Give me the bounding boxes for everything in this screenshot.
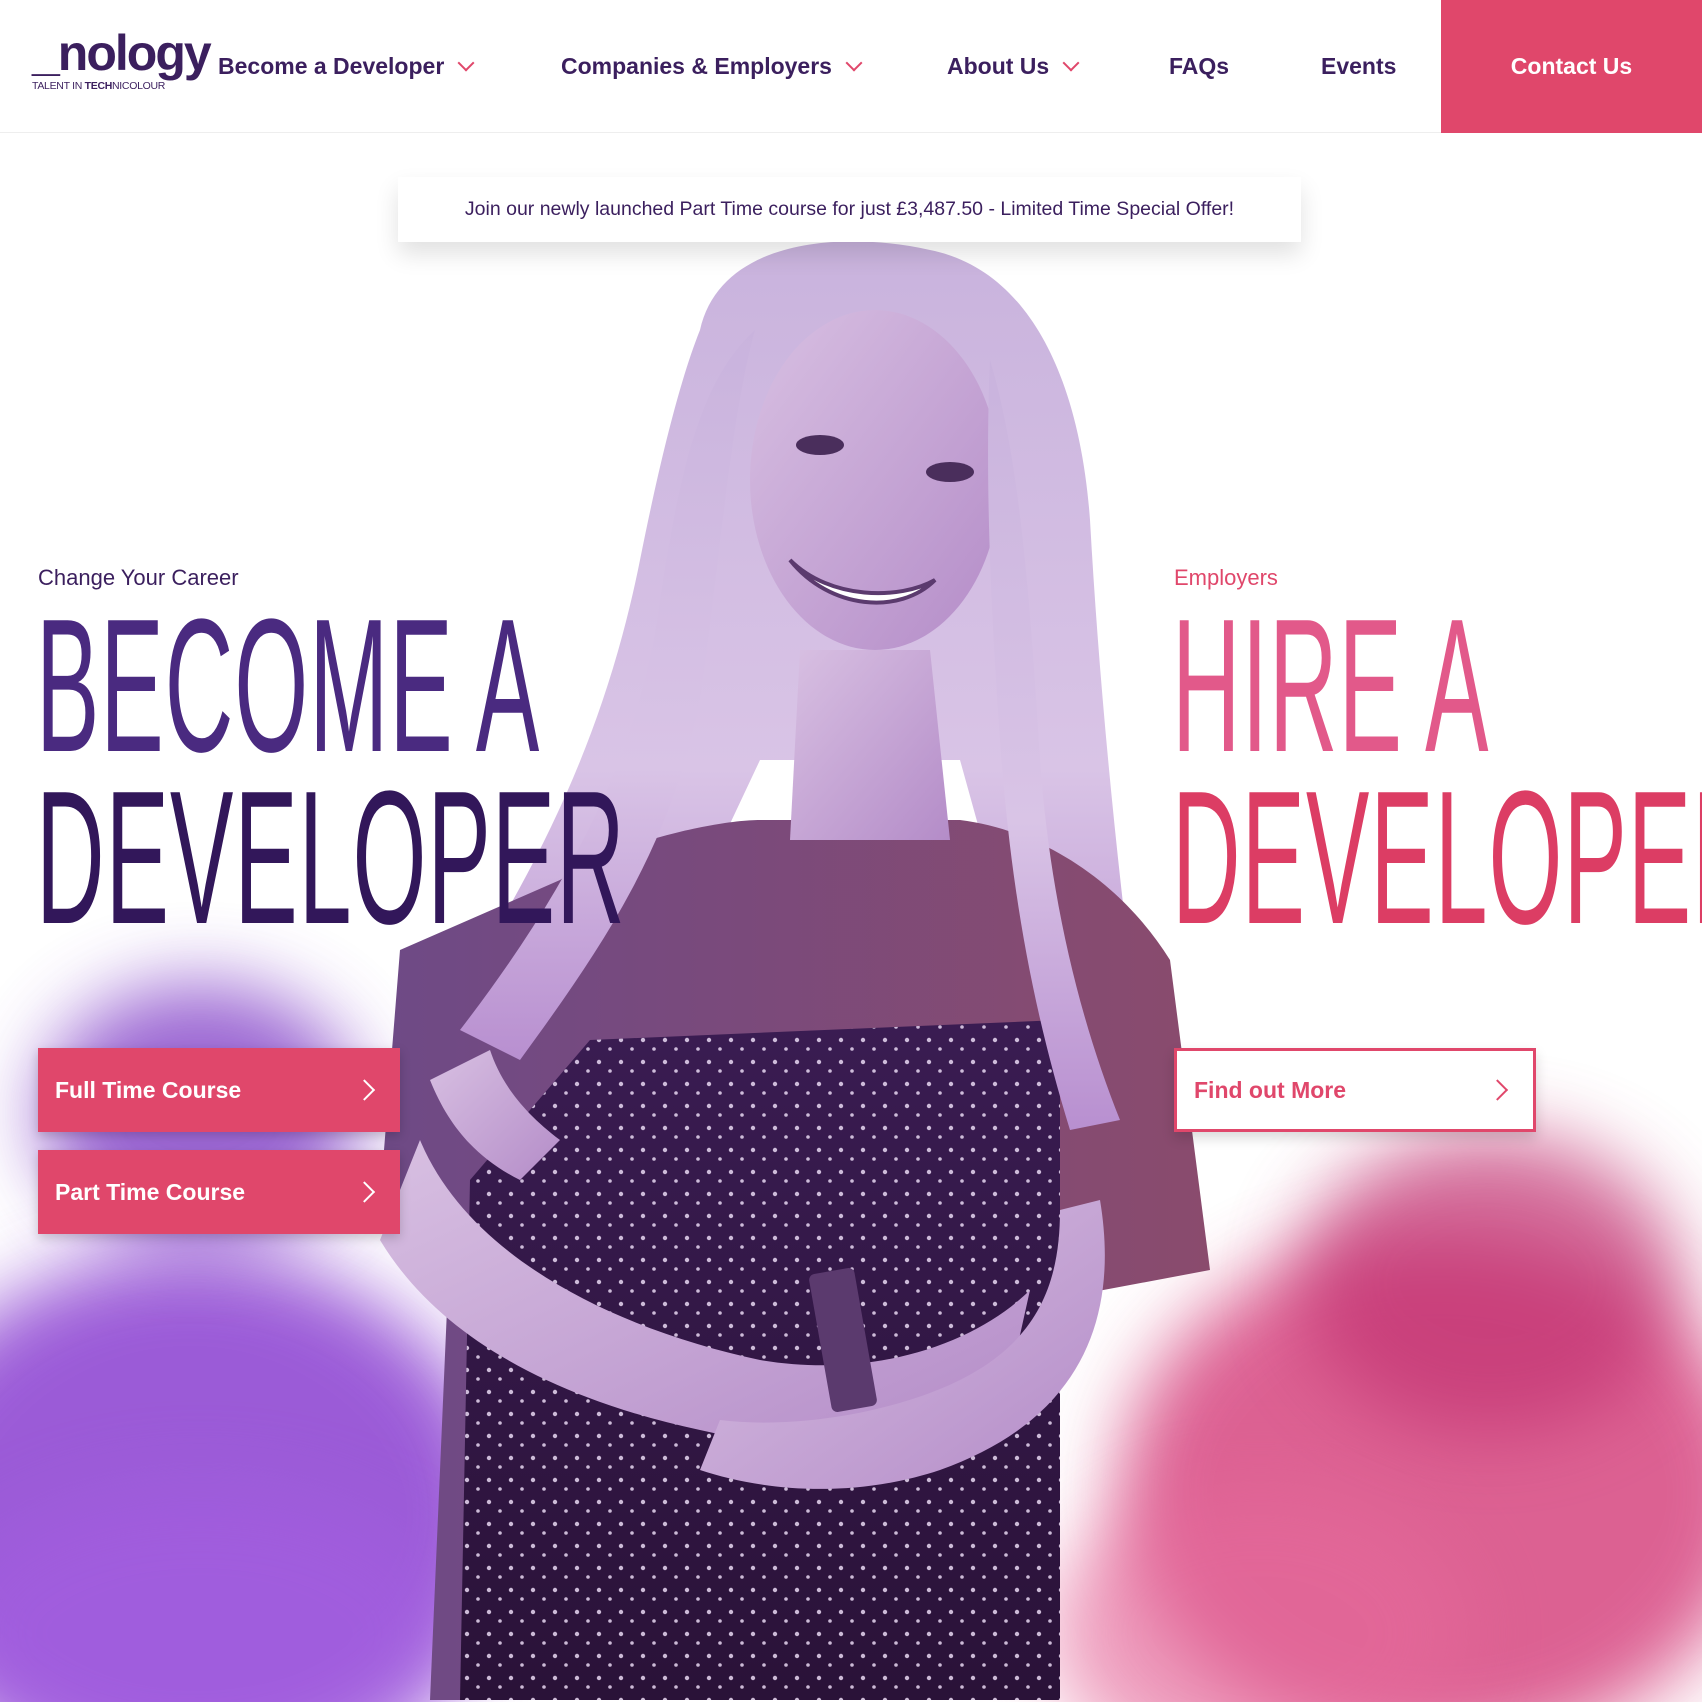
chevron-right-icon	[353, 1181, 376, 1203]
pink-smoke	[1300, 1133, 1680, 1433]
logo-wordmark: _nology	[32, 25, 212, 81]
chevron-down-icon	[457, 54, 475, 71]
full-time-course-button[interactable]: Full Time Course	[38, 1048, 400, 1132]
headline-line-2: DEVELOPER	[36, 752, 626, 964]
nav-about-us[interactable]: About Us	[947, 0, 1080, 133]
headline-line-1: BECOME A	[36, 580, 541, 792]
chevron-right-icon	[353, 1079, 376, 1101]
announcement-banner[interactable]: Join our newly launched Part Time course…	[398, 177, 1301, 242]
contact-us-button[interactable]: Contact Us	[1441, 0, 1702, 133]
chevron-down-icon	[1062, 54, 1080, 71]
nav-events[interactable]: Events	[1321, 0, 1396, 133]
part-time-course-button[interactable]: Part Time Course	[38, 1150, 400, 1234]
nav-item-label: Events	[1321, 53, 1397, 79]
headline-line-1: HIRE A	[1172, 580, 1490, 792]
become-developer-headline: BECOME A DEVELOPER	[36, 580, 1216, 964]
announcement-text: Join our newly launched Part Time course…	[464, 198, 1235, 220]
find-out-more-button[interactable]: Find out More	[1174, 1048, 1536, 1132]
site-header: _nology TALENT IN TECHNICOLOUR Become a …	[0, 0, 1702, 133]
chevron-right-icon	[1486, 1079, 1509, 1101]
nology-logo[interactable]: _nology TALENT IN TECHNICOLOUR	[32, 28, 212, 98]
button-label: Find out More	[1194, 1076, 1347, 1103]
hire-developer-headline: HIRE A DEVELOPER	[1172, 580, 1702, 964]
nav-companies-employers[interactable]: Companies & Employers	[561, 0, 863, 133]
headline-line-2: DEVELOPER	[1172, 752, 1702, 964]
nav-become-a-developer[interactable]: Become a Developer	[218, 0, 475, 133]
logo-tagline: TALENT IN TECHNICOLOUR	[32, 80, 166, 92]
nav-item-label: About Us	[947, 53, 1050, 79]
chevron-down-icon	[845, 54, 863, 71]
nav-faqs[interactable]: FAQs	[1169, 0, 1229, 133]
nav-item-label: FAQs	[1169, 53, 1230, 79]
button-label: Full Time Course	[55, 1076, 242, 1103]
nav-item-label: Companies & Employers	[561, 53, 832, 79]
nav-item-label: Become a Developer	[218, 53, 445, 79]
button-label: Part Time Course	[55, 1178, 246, 1205]
